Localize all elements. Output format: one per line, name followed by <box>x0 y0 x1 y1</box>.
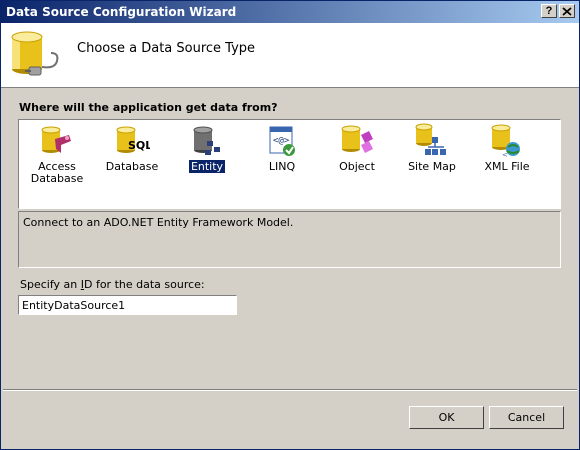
window-title: Data Source Configuration Wizard <box>6 5 237 19</box>
data-source-id-input[interactable] <box>18 295 237 315</box>
source-type-label: LINQ <box>268 160 296 173</box>
page-title: Choose a Data Source Type <box>77 41 256 56</box>
xml-file-icon: < <box>491 124 520 159</box>
title-bar[interactable]: Data Source Configuration Wizard ? <box>1 1 579 23</box>
description-panel: Connect to an ADO.NET Entity Framework M… <box>18 211 561 268</box>
source-type-label: XML File <box>484 160 530 173</box>
source-type-database[interactable]: SQL Database <box>95 120 169 200</box>
site-map-icon <box>415 123 446 155</box>
close-button[interactable] <box>559 4 575 18</box>
access-database-icon <box>41 126 71 153</box>
footer-separator <box>3 389 577 391</box>
source-type-label: Database <box>105 160 159 173</box>
source-type-object[interactable]: Object <box>320 120 394 200</box>
cancel-button[interactable]: Cancel <box>489 406 564 429</box>
svg-text:<: < <box>502 151 508 159</box>
help-button[interactable]: ? <box>541 4 557 18</box>
source-type-label: Site Map <box>408 160 456 173</box>
database-plug-icon <box>11 31 59 76</box>
close-icon <box>562 7 572 16</box>
source-type-label: Entity <box>187 159 227 174</box>
source-type-access-database[interactable]: Access Database <box>20 120 94 200</box>
source-type-xml-file[interactable]: < XML File <box>470 120 544 200</box>
id-field-label: Specify an ID for the data source: <box>20 278 205 291</box>
ok-button[interactable]: OK <box>409 406 484 429</box>
linq-icon: <@> <box>269 126 295 156</box>
source-type-label: Object <box>339 160 375 173</box>
source-type-site-map[interactable]: Site Map <box>395 120 469 200</box>
wizard-header: Choose a Data Source Type <box>1 23 579 88</box>
entity-icon <box>193 126 220 155</box>
source-type-entity[interactable]: Entity <box>170 120 244 200</box>
source-type-linq[interactable]: <@> LINQ <box>245 120 319 200</box>
description-text: Connect to an ADO.NET Entity Framework M… <box>23 216 294 229</box>
data-source-type-list[interactable]: Access Database SQL Database Entity <@> … <box>18 119 561 209</box>
source-prompt-label: Where will the application get data from… <box>19 101 278 114</box>
source-type-label: Access Database <box>30 160 84 185</box>
object-icon <box>341 125 373 153</box>
svg-text:SQL: SQL <box>128 139 150 152</box>
wizard-window: Data Source Configuration Wizard ? Choos… <box>0 0 580 450</box>
sql-database-icon: SQL <box>116 126 150 153</box>
